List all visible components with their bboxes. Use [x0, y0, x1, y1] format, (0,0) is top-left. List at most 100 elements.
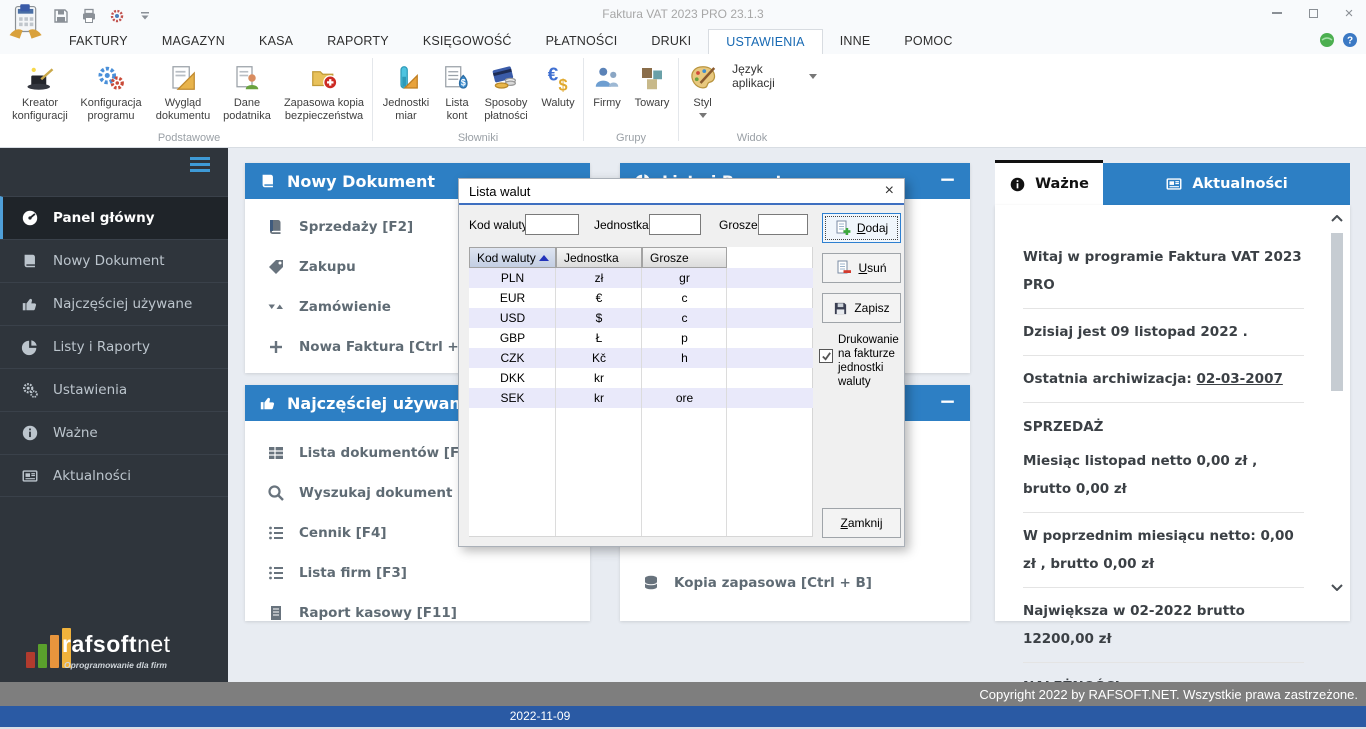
- ribbon-separator: [678, 58, 679, 141]
- online-status-icon[interactable]: [1319, 32, 1335, 48]
- thumb-up-icon: [260, 397, 275, 410]
- collapse-button[interactable]: −: [939, 389, 956, 413]
- info-panel: Ważne Aktualności Witaj w programie Fakt…: [995, 160, 1350, 695]
- scroll-down-icon[interactable]: [1331, 584, 1343, 591]
- dashboard-icon: [22, 210, 38, 226]
- dodaj-button[interactable]: Dodaj: [822, 213, 901, 243]
- sidebar-item-aktualnosci[interactable]: Aktualności: [0, 454, 228, 497]
- scrollbar[interactable]: [1330, 215, 1344, 591]
- sidebar-item-wazne[interactable]: Ważne: [0, 411, 228, 454]
- hamburger-menu-icon[interactable]: [190, 157, 210, 175]
- dialog-title-bar[interactable]: Lista walut: [459, 179, 904, 203]
- panel-title: Najczęściej używane: [287, 393, 472, 413]
- tab-faktury[interactable]: FAKTURY: [52, 29, 145, 54]
- ribbon: Kreator konfiguracji Konfiguracja progra…: [0, 54, 1366, 148]
- print-unit-checkbox-group[interactable]: Drukowanie na fakturze jednostki waluty: [819, 333, 903, 389]
- jezyk-aplikacji-button[interactable]: Język aplikacji: [732, 62, 817, 90]
- tag-icon: [269, 260, 283, 274]
- item-lista-firm[interactable]: Lista firm [F3]: [245, 553, 590, 593]
- zamknij-button[interactable]: Zamknij: [822, 508, 901, 538]
- tab-aktualnosci[interactable]: Aktualności: [1103, 163, 1350, 205]
- table-row[interactable]: USD $ c: [469, 308, 813, 328]
- add-document-icon: [836, 220, 851, 235]
- scrollbar-thumb[interactable]: [1331, 233, 1343, 391]
- sidebar-item-nowy-dokument[interactable]: Nowy Dokument: [0, 239, 228, 282]
- tab-ustawienia[interactable]: USTAWIENIA: [708, 29, 823, 54]
- currency-icon: € $: [542, 62, 574, 94]
- usun-button[interactable]: Usuń: [822, 253, 901, 283]
- grosze-label: Grosze: [719, 218, 758, 232]
- info-icon: [1010, 177, 1025, 191]
- ribbon-group-label: Widok: [736, 132, 768, 144]
- sidebar-item-ustawienia[interactable]: Ustawienia: [0, 368, 228, 411]
- remove-document-icon: [837, 260, 852, 274]
- tab-kasa[interactable]: KASA: [242, 29, 310, 54]
- measure-icon: [390, 62, 422, 94]
- tab-ksiegowosc[interactable]: KSIĘGOWOŚĆ: [406, 29, 529, 54]
- currency-table: Kod waluty Jednostka Grosze PLN zł gr EU…: [469, 247, 813, 537]
- jednostka-input[interactable]: [649, 214, 701, 235]
- column-header-kod-waluty[interactable]: Kod waluty: [469, 247, 556, 268]
- item-raport-kasowy[interactable]: Raport kasowy [F11]: [245, 593, 590, 633]
- info-tabs: Ważne Aktualności: [995, 160, 1350, 205]
- dialog-title: Lista walut: [469, 183, 531, 199]
- database-icon: [644, 575, 658, 590]
- rafsoft-logo: rafsoftnet Oprogramowanie dla firm: [0, 620, 228, 680]
- grosze-input[interactable]: [758, 214, 808, 235]
- scroll-up-icon[interactable]: [1331, 215, 1343, 222]
- ribbon-separator: [583, 58, 584, 141]
- table-row[interactable]: PLN zł gr: [469, 268, 813, 288]
- column-header-grosze[interactable]: Grosze: [642, 247, 727, 268]
- magic-hat-icon: [24, 62, 56, 94]
- table-row[interactable]: SEK kr ore: [469, 388, 813, 408]
- restore-button[interactable]: [1302, 4, 1324, 22]
- sidebar-item-panel-glowny[interactable]: Panel główny: [0, 196, 228, 239]
- tab-raporty[interactable]: RAPORTY: [310, 29, 406, 54]
- collapse-button[interactable]: −: [939, 167, 956, 191]
- plus-icon: [270, 341, 282, 353]
- news-icon: [22, 469, 38, 482]
- help-icon[interactable]: ?: [1342, 32, 1358, 48]
- status-date: 2022-11-09: [509, 709, 571, 723]
- column-header-jednostka[interactable]: Jednostka: [556, 247, 642, 268]
- book-icon: [24, 254, 35, 268]
- checkbox-checked-icon[interactable]: [819, 349, 833, 363]
- tab-inne[interactable]: INNE: [823, 29, 888, 54]
- minimize-button[interactable]: [1266, 4, 1288, 22]
- lista-walut-dialog: Lista walut × Kod waluty Jednostka Grosz…: [458, 178, 905, 547]
- table-row[interactable]: CZK Kč h: [469, 348, 813, 368]
- ribbon-group-grupy: Firmy Towary Grupy: [586, 54, 676, 147]
- jednostka-label: Jednostka: [594, 218, 649, 232]
- accounts-icon: $: [441, 62, 473, 94]
- companies-icon: [591, 62, 623, 94]
- close-button[interactable]: ×: [1338, 4, 1360, 22]
- archive-date-link[interactable]: 02-03-2007: [1197, 371, 1283, 387]
- table-row[interactable]: DKK kr: [469, 368, 813, 388]
- chevron-down-icon: [698, 113, 707, 118]
- document-person-icon: [231, 62, 263, 94]
- tab-pomoc[interactable]: POMOC: [887, 29, 969, 54]
- item-kopia-zapasowa[interactable]: Kopia zapasowa [Ctrl + B]: [620, 563, 970, 603]
- sidebar-item-listy-i-raporty[interactable]: Listy i Raporty: [0, 325, 228, 368]
- tab-druki[interactable]: DRUKI: [634, 29, 708, 54]
- info-icon: [22, 425, 38, 441]
- ribbon-group-slowniki: Jednostki miar $ Lista kont Sposoby płat…: [375, 54, 581, 147]
- zapisz-button[interactable]: Zapisz: [822, 293, 901, 323]
- sidebar-item-najczesciej-uzywane[interactable]: Najczęściej używane: [0, 282, 228, 325]
- table-row[interactable]: EUR € c: [469, 288, 813, 308]
- svg-text:$: $: [461, 78, 466, 88]
- svg-text:$: $: [558, 77, 567, 94]
- tab-platnosci[interactable]: PŁATNOŚCI: [529, 29, 635, 54]
- tab-wazne[interactable]: Ważne: [995, 160, 1103, 205]
- tab-magazyn[interactable]: MAGAZYN: [145, 29, 242, 54]
- copyright-bar: Copyright 2022 by RAFSOFT.NET. Wszystkie…: [0, 682, 1366, 706]
- table-row[interactable]: GBP Ł p: [469, 328, 813, 348]
- sales-month-text: Miesiąc listopad netto 0,00 zł , brutto …: [1023, 447, 1304, 513]
- menu-tab-bar: FAKTURY MAGAZYN KASA RAPORTY KSIĘGOWOŚĆ …: [52, 29, 970, 54]
- thumb-up-icon: [22, 298, 37, 311]
- status-bar: 2022-11-09: [0, 706, 1366, 727]
- pie-chart-icon: [21, 340, 37, 356]
- dialog-close-icon[interactable]: ×: [885, 182, 894, 200]
- kod-waluty-input[interactable]: [525, 214, 579, 235]
- sales-heading: SPRZEDAŻ: [1023, 419, 1104, 435]
